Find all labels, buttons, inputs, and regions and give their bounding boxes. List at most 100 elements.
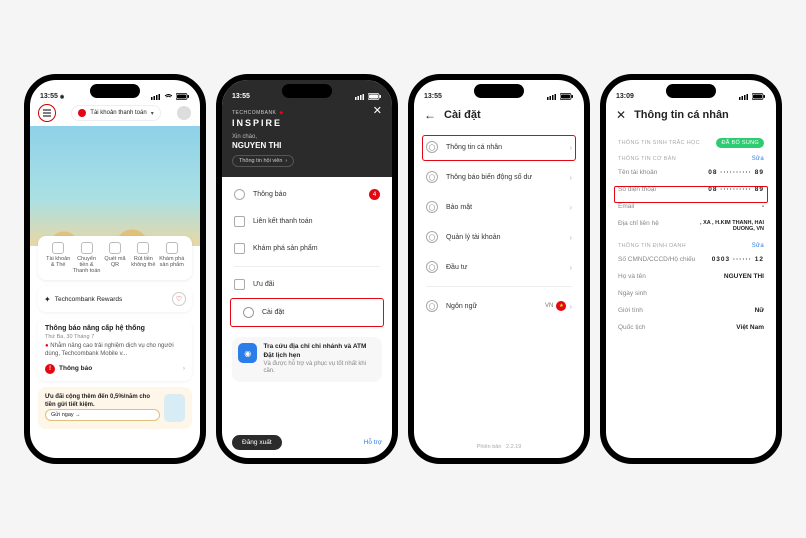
menu-payment-links[interactable]: Liên kết thanh toán (222, 208, 392, 235)
chevron-right-icon: › (569, 173, 572, 182)
kv-nationality: Quốc tịchViệt Nam (606, 319, 776, 336)
avatar[interactable] (176, 105, 192, 121)
action-qr[interactable]: Quét mã QR (101, 242, 129, 268)
chevron-right-icon: › (183, 365, 185, 372)
account-selector-label: Tài khoản thanh toán (90, 110, 146, 116)
rewards-label: Techcombank Rewards (55, 296, 123, 303)
tier-label: INSPIRE (232, 118, 382, 128)
shield-icon: ◯ (426, 201, 438, 213)
badge: 4 (369, 189, 380, 200)
chevron-right-icon: › (569, 302, 572, 311)
chevron-down-icon: ▾ (151, 110, 154, 117)
action-accounts[interactable]: Tài khoản & Thẻ (44, 242, 72, 268)
account-icon: ◯ (426, 231, 438, 243)
clock: 13:55 (232, 93, 250, 100)
card-icon (52, 242, 64, 254)
user-name: NGUYEN THI (232, 141, 382, 150)
branch-title: Tra cứu địa chỉ chi nhánh và ATM (263, 343, 366, 350)
phone-1-home: 13:55 ◉ Tài khoản thanh toán ▾ Tài khoản… (24, 74, 206, 464)
back-button[interactable]: ← (424, 108, 436, 122)
news-title: Thông báo nâng cấp hệ thống (45, 325, 185, 332)
news-link[interactable]: Thông báo (59, 365, 92, 372)
menu-button[interactable] (38, 104, 56, 122)
edit-id-button[interactable]: Sửa (752, 243, 764, 249)
row-balance-alerts[interactable]: ◯Thông báo biến động số dư› (414, 162, 584, 192)
kv-dob: Ngày sinh (606, 285, 776, 302)
bell-icon: ◯ (426, 171, 438, 183)
menu-offers[interactable]: Ưu đãi (222, 271, 392, 298)
bio-status-badge: Đã bổ sung (716, 138, 764, 148)
kv-account-name: Tên tài khoản08 ·········· 89 (606, 164, 776, 181)
branch-note: Và được hỗ trợ và phục vụ tốt nhất khi c… (263, 361, 366, 375)
action-explore[interactable]: Khám phá sản phẩm (158, 242, 186, 268)
rewards-card[interactable]: ✦Techcombank Rewards ♡ (38, 286, 192, 312)
kv-id-number: Số CMND/CCCD/Hộ chiếu0303 ······ 12 (606, 251, 776, 268)
bank-logo-icon (78, 109, 86, 117)
menu-explore[interactable]: Khám phá sản phẩm (222, 235, 392, 262)
transfer-icon (81, 242, 93, 254)
row-account-mgmt[interactable]: ◯Quản lý tài khoản› (414, 222, 584, 252)
chevron-right-icon: › (569, 263, 572, 272)
battery-icon (368, 93, 382, 100)
clock: 13:55 (424, 93, 442, 100)
row-security[interactable]: ◯Bảo mật› (414, 192, 584, 222)
member-info-chip[interactable]: Thông tin hội viên› (232, 155, 294, 167)
menu-settings[interactable]: Cài đặt (235, 305, 379, 320)
section-basic: THÔNG TIN CƠ BẢN Sửa (606, 150, 776, 164)
version-label: Phiên bản 2.2.19 (414, 436, 584, 458)
kv-fullname: Họ và tênNGUYEN THI (606, 268, 776, 285)
menu-icon (42, 109, 52, 117)
close-button[interactable]: ✕ (373, 104, 382, 117)
logout-button[interactable]: Đăng xuất (232, 435, 282, 450)
signal-icon (355, 94, 365, 100)
action-withdraw[interactable]: Rút tiền không thẻ (129, 242, 157, 268)
page-title: Thông tin cá nhân (634, 109, 729, 121)
row-language[interactable]: ◯Ngôn ngữVN ★ › (414, 291, 584, 321)
support-link[interactable]: Hỗ trợ (364, 439, 382, 446)
clock: 13:55 ◉ (40, 93, 64, 100)
row-invest[interactable]: ◯Đầu tư› (414, 252, 584, 282)
phone-3-settings: 13:55 ← Cài đặt ◯Thông tin cá nhân› ◯Thô… (408, 74, 590, 464)
action-transfer[interactable]: Chuyển tiền & Thanh toán (73, 242, 101, 274)
menu-settings-highlight: Cài đặt (230, 298, 384, 327)
wifi-icon (164, 94, 173, 100)
section-identity: THÔNG TIN ĐỊNH DANH Sửa (606, 237, 776, 251)
chevron-right-icon: › (569, 203, 572, 212)
atm-icon (137, 242, 149, 254)
notch (474, 84, 524, 98)
qr-icon (109, 242, 121, 254)
row-personal-info[interactable]: ◯Thông tin cá nhân› (414, 132, 584, 162)
page-title: Cài đặt (444, 109, 481, 121)
branch-sub: Đặt lịch hẹn (263, 352, 300, 359)
phone-4-personal-info: 13:09 ✕ Thông tin cá nhân THÔNG TIN SINH… (600, 74, 782, 464)
account-selector[interactable]: Tài khoản thanh toán ▾ (71, 105, 160, 121)
branch-card[interactable]: ◉ Tra cứu địa chỉ chi nhánh và ATM Đặt l… (232, 337, 382, 382)
flag-vn-icon: ★ (556, 301, 566, 311)
compass-icon (234, 243, 245, 254)
kv-sex: Giới tínhNữ (606, 302, 776, 319)
signal-icon (739, 94, 749, 100)
promo-text: Ưu đãi cộng thêm đến 0,5%/năm cho tiền g… (45, 394, 160, 408)
promo-card[interactable]: Ưu đãi cộng thêm đến 0,5%/năm cho tiền g… (38, 387, 192, 429)
promo-cta[interactable]: Gửi ngay → (45, 409, 160, 421)
chevron-right-icon: › (569, 233, 572, 242)
edit-basic-button[interactable]: Sửa (752, 156, 764, 162)
divider (234, 266, 380, 267)
notch (90, 84, 140, 98)
gear-icon (243, 307, 254, 318)
settings-list: ◯Thông tin cá nhân› ◯Thông báo biến động… (414, 132, 584, 321)
signal-icon (151, 94, 161, 100)
menu-notifications[interactable]: Thông báo4 (222, 181, 392, 208)
news-card[interactable]: Thông báo nâng cấp hệ thống Thứ Ba, 30 T… (38, 318, 192, 381)
greeting: Xin chào, (232, 134, 382, 140)
close-button[interactable]: ✕ (616, 108, 626, 122)
drawer-menu: Thông báo4 Liên kết thanh toán Khám phá … (222, 177, 392, 331)
favorite-button[interactable]: ♡ (172, 292, 186, 306)
battery-icon (752, 93, 766, 100)
user-icon: ◯ (426, 141, 438, 153)
link-icon (234, 216, 245, 227)
section-biometric: THÔNG TIN SINH TRẮC HỌC Đã bổ sung (606, 132, 776, 150)
clock: 13:09 (616, 93, 634, 100)
pin-icon: ◉ (238, 343, 257, 363)
notch (666, 84, 716, 98)
